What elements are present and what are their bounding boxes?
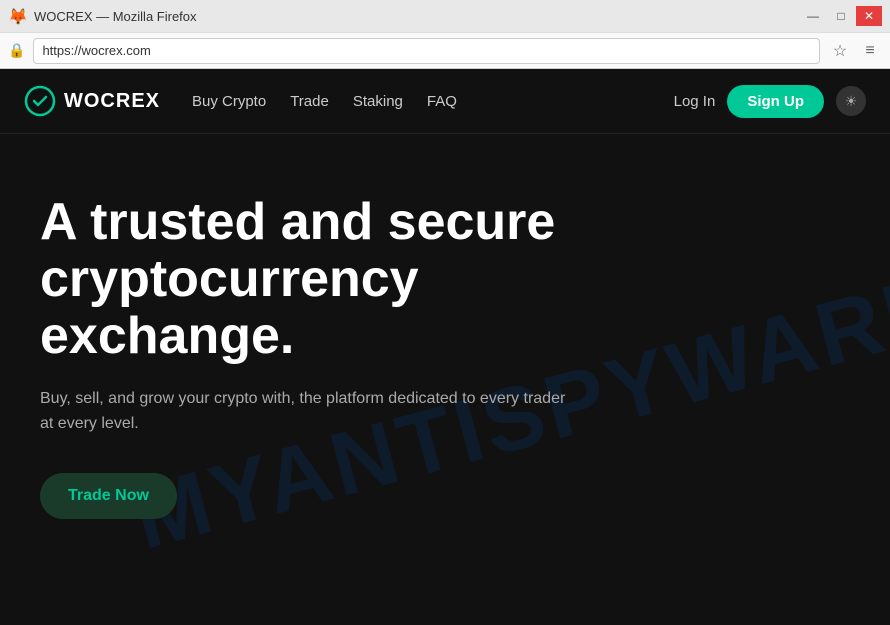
nav-links: Buy Crypto Trade Staking FAQ — [192, 93, 457, 110]
close-button[interactable]: ✕ — [856, 6, 882, 26]
hero-subtitle: Buy, sell, and grow your crypto with, th… — [40, 386, 580, 437]
navbar-left: WOCREX Buy Crypto Trade Staking FAQ — [24, 85, 457, 117]
navbar-right: Log In Sign Up ☀ — [674, 85, 866, 118]
window-controls: — □ ✕ — [800, 6, 882, 26]
signup-button[interactable]: Sign Up — [727, 85, 824, 118]
title-bar: 🦊 WOCREX — Mozilla Firefox — □ ✕ — [0, 0, 890, 32]
nav-staking[interactable]: Staking — [353, 93, 403, 110]
hero-section: MYANTISPYWARE.COM A trusted and secure c… — [0, 134, 890, 625]
nav-icons: 🔒 — [8, 42, 25, 59]
menu-button[interactable]: ≡ — [858, 39, 882, 63]
address-bar: 🔒 https://wocrex.com ☆ ≡ — [0, 32, 890, 68]
hero-content: A trusted and secure cryptocurrency exch… — [40, 194, 580, 519]
browser-title: WOCREX — Mozilla Firefox — [34, 9, 197, 24]
login-button[interactable]: Log In — [674, 93, 716, 110]
nav-buy-crypto[interactable]: Buy Crypto — [192, 93, 266, 110]
firefox-icon: 🦊 — [8, 7, 26, 25]
theme-toggle-button[interactable]: ☀ — [836, 86, 866, 116]
bookmark-button[interactable]: ☆ — [828, 39, 852, 63]
title-bar-left: 🦊 WOCREX — Mozilla Firefox — [8, 7, 197, 25]
nav-faq[interactable]: FAQ — [427, 93, 457, 110]
navbar: WOCREX Buy Crypto Trade Staking FAQ Log … — [0, 69, 890, 134]
website-content: WOCREX Buy Crypto Trade Staking FAQ Log … — [0, 69, 890, 625]
toolbar-right: ☆ ≡ — [828, 39, 882, 63]
minimize-button[interactable]: — — [800, 6, 826, 26]
nav-trade[interactable]: Trade — [290, 93, 329, 110]
trade-now-button[interactable]: Trade Now — [40, 473, 177, 519]
logo-icon — [24, 85, 56, 117]
url-input[interactable]: https://wocrex.com — [33, 38, 820, 64]
logo-text: WOCREX — [64, 90, 160, 113]
security-icon: 🔒 — [8, 42, 25, 59]
hero-title: A trusted and secure cryptocurrency exch… — [40, 194, 580, 366]
maximize-button[interactable]: □ — [828, 6, 854, 26]
logo-area: WOCREX — [24, 85, 160, 117]
browser-chrome: 🦊 WOCREX — Mozilla Firefox — □ ✕ 🔒 https… — [0, 0, 890, 69]
